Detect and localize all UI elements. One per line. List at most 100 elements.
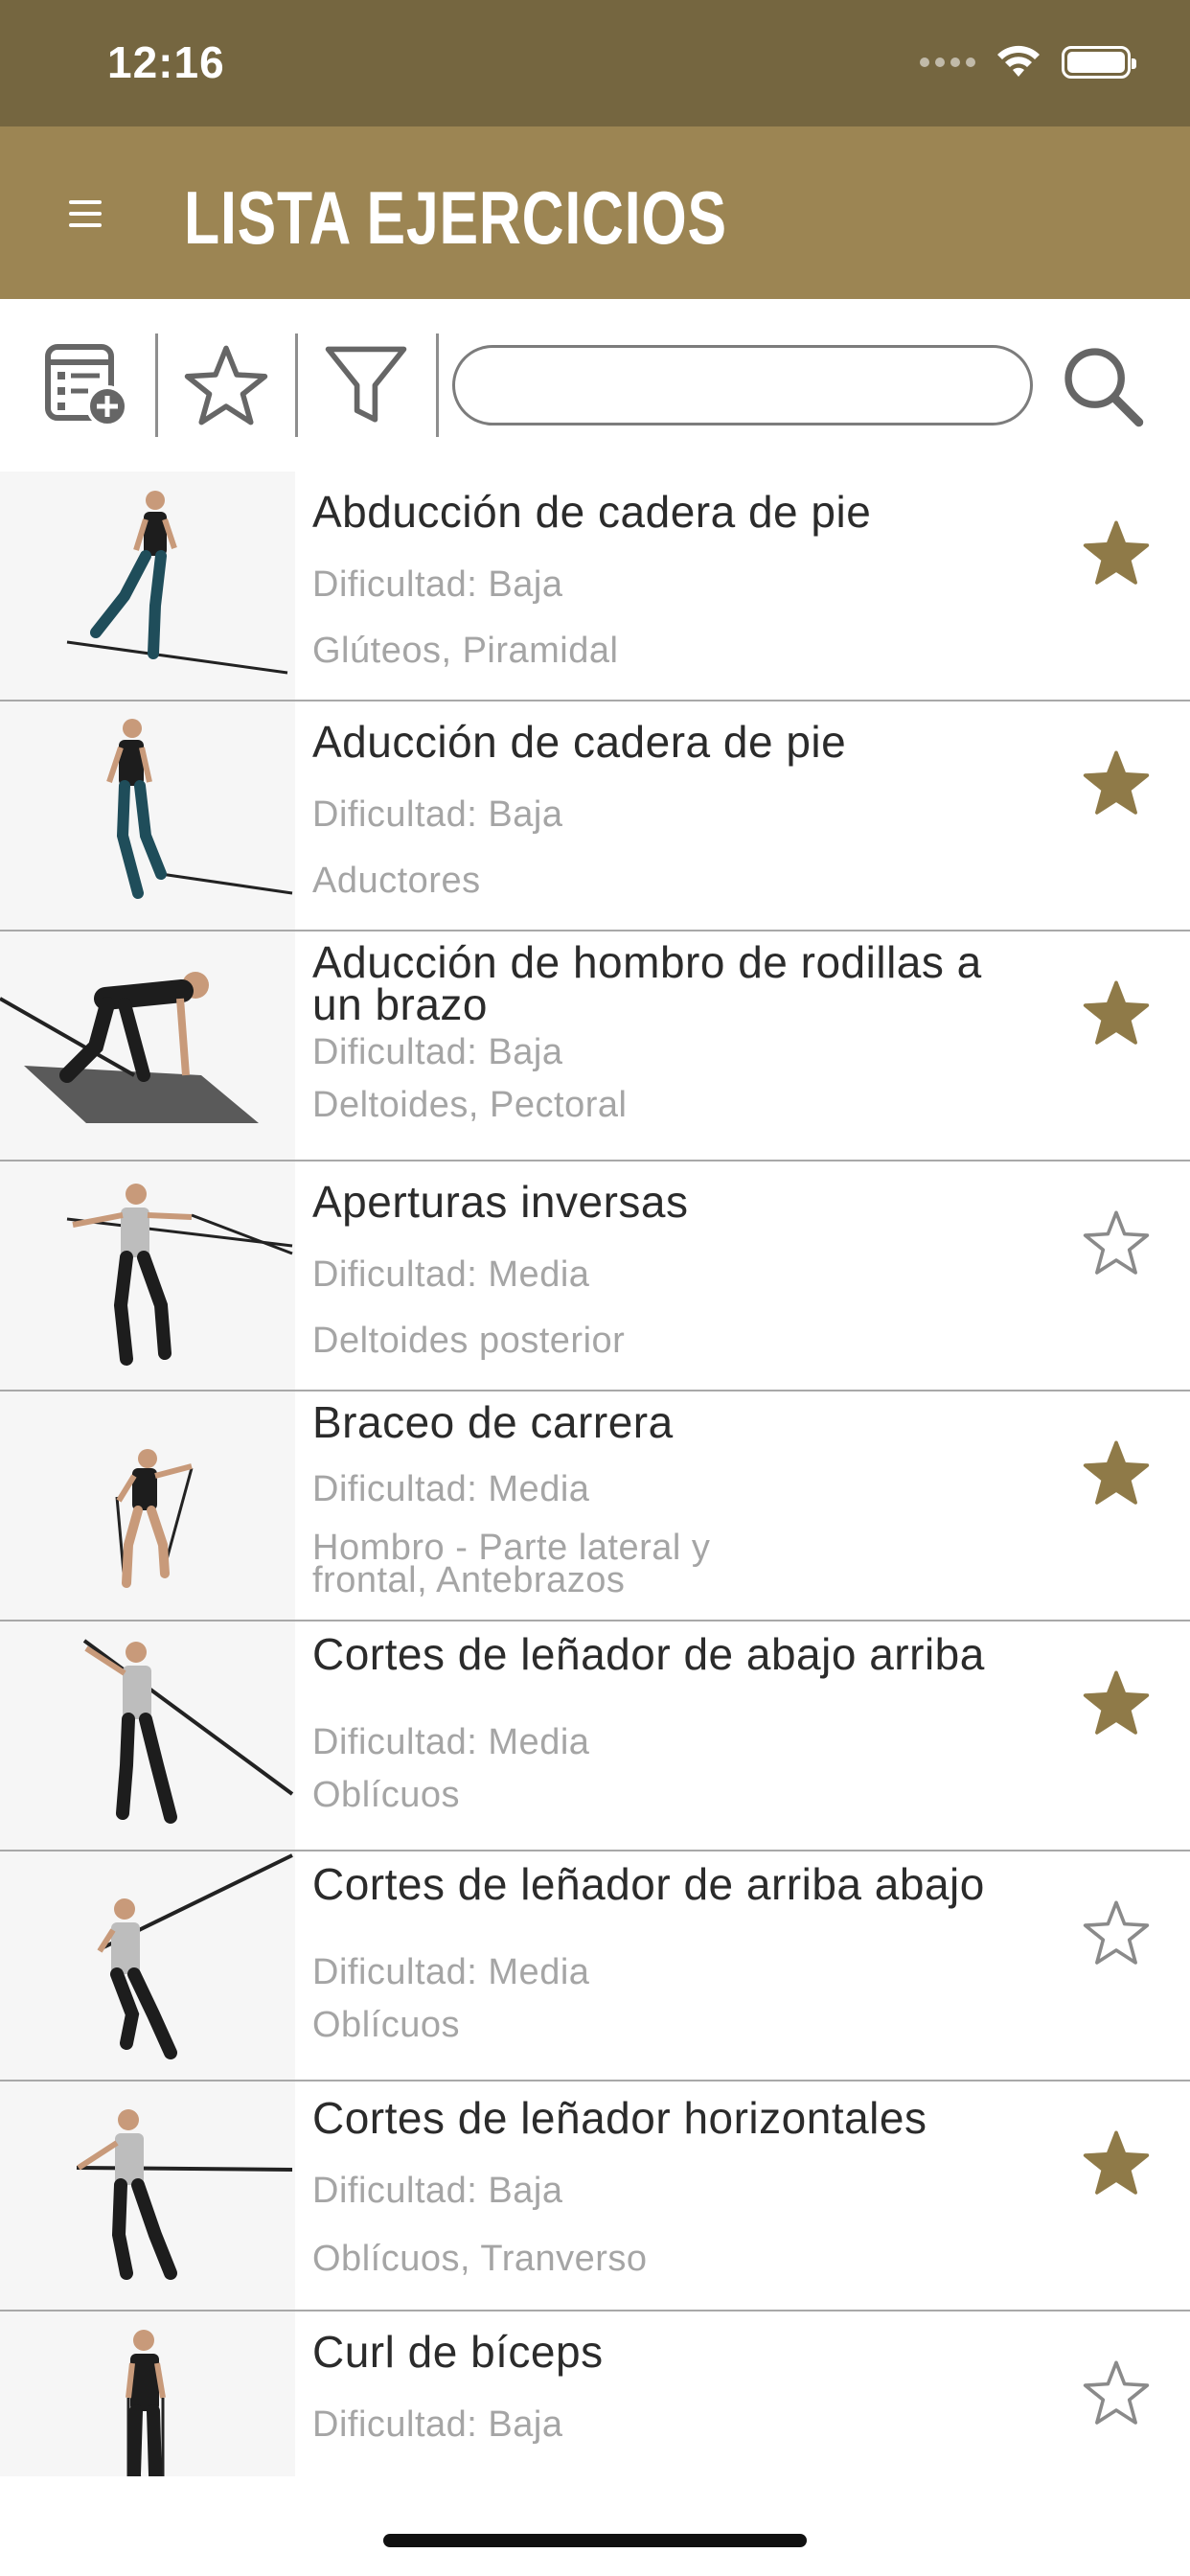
exercise-figure-illustration — [0, 1852, 295, 2080]
exercise-info: Cortes de leñador horizontales Dificultad… — [312, 2082, 1041, 2310]
exercise-row[interactable]: Cortes de leñador de abajo arriba Dificul… — [0, 1622, 1190, 1852]
exercise-muscles: Glúteos, Piramidal — [312, 631, 619, 671]
exercise-info: Braceo de carrera Dificultad: Media Hombro… — [312, 1392, 1041, 1620]
favorite-toggle[interactable] — [1077, 974, 1156, 1052]
star-filled-icon — [1083, 1440, 1150, 1505]
list-add-icon — [45, 344, 128, 427]
exercise-title: Curl de bíceps — [312, 2327, 604, 2377]
favorite-toggle[interactable] — [1077, 2124, 1156, 2202]
exercise-info: Abducción de cadera de pie Dificultad: Ba… — [312, 472, 1041, 700]
exercise-title: Aperturas inversas — [312, 1177, 689, 1227]
favorite-toggle[interactable] — [1077, 1894, 1156, 1972]
toolbar-divider — [155, 334, 158, 437]
exercise-thumbnail — [0, 1162, 295, 1390]
battery-icon — [1062, 46, 1136, 79]
status-bar: 12:16 — [0, 0, 1190, 126]
exercise-muscles: Aductores — [312, 861, 481, 901]
search-button[interactable] — [1054, 337, 1150, 433]
star-filled-icon — [1083, 1670, 1150, 1735]
exercise-difficulty: Dificultad: Baja — [312, 1032, 563, 1072]
status-icons — [920, 44, 1136, 80]
exercise-thumbnail — [0, 932, 295, 1160]
exercise-thumbnail — [0, 1622, 295, 1850]
toolbar — [0, 299, 1190, 472]
exercise-thumbnail — [0, 1852, 295, 2080]
star-outline-icon — [184, 345, 268, 426]
exercise-muscles: Oblícuos — [312, 1775, 460, 1815]
exercise-thumbnail — [0, 702, 295, 930]
toolbar-divider — [295, 334, 298, 437]
filter-funnel-icon — [325, 346, 407, 423]
favorite-toggle[interactable] — [1077, 1664, 1156, 1742]
navigation-bar: LISTA EJERCICIOS — [0, 126, 1190, 299]
exercise-figure-illustration — [0, 932, 295, 1160]
exercise-thumbnail — [0, 472, 295, 700]
exercise-title: Cortes de leñador de abajo arriba — [312, 1629, 985, 1679]
exercise-muscles: Deltoides, Pectoral — [312, 1085, 628, 1125]
exercise-row[interactable]: Cortes de leñador de arriba abajo Dificul… — [0, 1852, 1190, 2082]
exercise-row[interactable]: Curl de bíceps Dificultad: Baja — [0, 2312, 1190, 2476]
exercise-difficulty: Dificultad: Baja — [312, 564, 563, 605]
star-filled-icon — [1083, 2130, 1150, 2195]
exercise-title: Aducción de cadera de pie — [312, 717, 847, 767]
exercise-info: Cortes de leñador de abajo arriba Dificul… — [312, 1622, 1041, 1850]
favorites-filter-button[interactable] — [176, 335, 276, 435]
exercise-list[interactable]: Abducción de cadera de pie Dificultad: Ba… — [0, 472, 1190, 2476]
wifi-icon — [997, 45, 1040, 77]
toolbar-divider — [436, 334, 439, 437]
exercise-difficulty: Dificultad: Baja — [312, 2404, 563, 2445]
exercise-figure-illustration — [0, 1622, 295, 1850]
search-input[interactable] — [452, 345, 1033, 426]
star-outline-icon — [1083, 2360, 1150, 2425]
favorite-toggle[interactable] — [1077, 2354, 1156, 2432]
exercise-muscles: Oblícuos — [312, 2005, 460, 2045]
hamburger-menu-icon[interactable] — [69, 190, 117, 238]
exercise-figure-illustration — [0, 702, 295, 930]
exercise-difficulty: Dificultad: Media — [312, 1722, 590, 1762]
exercise-title: Cortes de leñador de arriba abajo — [312, 1859, 985, 1909]
star-filled-icon — [1083, 980, 1150, 1045]
favorite-toggle[interactable] — [1077, 1434, 1156, 1512]
exercise-difficulty: Dificultad: Baja — [312, 794, 563, 835]
exercise-difficulty: Dificultad: Baja — [312, 2171, 563, 2211]
star-outline-icon — [1083, 1900, 1150, 1965]
exercise-row[interactable]: Cortes de leñador horizontales Dificultad… — [0, 2082, 1190, 2312]
exercise-figure-illustration — [0, 2082, 295, 2310]
exercise-info: Aperturas inversas Dificultad: Media Delto… — [312, 1162, 1041, 1390]
exercise-info: Cortes de leñador de arriba abajo Dificul… — [312, 1852, 1041, 2080]
exercise-row[interactable]: Aducción de hombro de rodillas a un braz… — [0, 932, 1190, 1162]
exercise-figure-illustration — [0, 2312, 295, 2476]
exercise-info: Aducción de cadera de pie Dificultad: Baj… — [312, 702, 1041, 930]
home-indicator — [383, 2534, 807, 2547]
star-filled-icon — [1083, 750, 1150, 815]
exercise-thumbnail — [0, 1392, 295, 1620]
star-outline-icon — [1083, 1210, 1150, 1275]
exercise-figure-illustration — [0, 1392, 295, 1620]
exercise-difficulty: Dificultad: Media — [312, 1469, 590, 1509]
exercise-info: Curl de bíceps Dificultad: Baja — [312, 2312, 1041, 2476]
filter-button[interactable] — [316, 335, 416, 435]
exercise-title: Aducción de hombro de rodillas a un braz… — [312, 937, 982, 1029]
exercise-title: Cortes de leñador horizontales — [312, 2093, 927, 2143]
exercise-muscles: Oblícuos, Tranverso — [312, 2239, 648, 2279]
page-title: LISTA EJERCICIOS — [184, 175, 727, 260]
exercise-row[interactable]: Aperturas inversas Dificultad: Media Delto… — [0, 1162, 1190, 1392]
status-time: 12:16 — [107, 37, 225, 87]
exercise-row[interactable]: Braceo de carrera Dificultad: Media Hombro… — [0, 1392, 1190, 1622]
favorite-toggle[interactable] — [1077, 744, 1156, 822]
favorite-toggle[interactable] — [1077, 1204, 1156, 1282]
favorite-toggle[interactable] — [1077, 514, 1156, 592]
exercise-difficulty: Dificultad: Media — [312, 1254, 590, 1295]
exercise-title: Braceo de carrera — [312, 1397, 674, 1447]
exercise-difficulty: Dificultad: Media — [312, 1952, 590, 1992]
exercise-muscles: Hombro - Parte lateral y frontal, Antebr… — [312, 1528, 711, 1600]
search-icon — [1064, 348, 1144, 427]
exercise-row[interactable]: Aducción de cadera de pie Dificultad: Baj… — [0, 702, 1190, 932]
exercise-thumbnail — [0, 2082, 295, 2310]
exercise-muscles: Deltoides posterior — [312, 1321, 626, 1361]
star-filled-icon — [1083, 520, 1150, 585]
exercise-figure-illustration — [0, 1162, 295, 1390]
add-routine-button[interactable] — [36, 335, 136, 435]
cellular-signal-icon — [920, 58, 975, 67]
exercise-row[interactable]: Abducción de cadera de pie Dificultad: Ba… — [0, 472, 1190, 702]
